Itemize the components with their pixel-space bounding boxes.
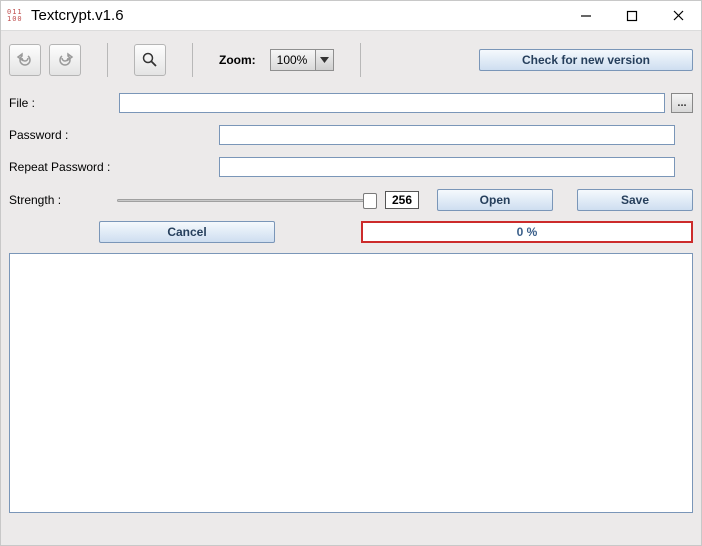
strength-row: Strength : 256 Open Save <box>9 189 693 211</box>
combo-dropdown-button[interactable] <box>315 50 333 70</box>
open-button[interactable]: Open <box>437 189 553 211</box>
progress-bar: 0 % <box>361 221 693 243</box>
text-editor[interactable] <box>9 253 693 513</box>
zoom-value: 100% <box>271 53 308 67</box>
strength-value: 256 <box>385 191 419 209</box>
strength-label: Strength : <box>9 193 109 207</box>
repeat-password-label: Repeat Password : <box>9 160 119 174</box>
file-row: File : ... <box>9 93 693 113</box>
minimize-button[interactable] <box>563 1 609 30</box>
action-row: Cancel 0 % <box>9 221 693 243</box>
close-button[interactable] <box>655 1 701 30</box>
undo-icon <box>16 51 34 69</box>
file-label: File : <box>9 96 119 110</box>
password-input[interactable] <box>219 125 675 145</box>
password-label: Password : <box>9 128 119 142</box>
zoom-label: Zoom: <box>219 53 256 67</box>
separator <box>360 43 361 77</box>
separator <box>192 43 193 77</box>
zoom-combo[interactable]: 100% <box>270 49 334 71</box>
browse-button[interactable]: ... <box>671 93 693 113</box>
redo-icon <box>56 51 74 69</box>
repeat-password-row: Repeat Password : <box>9 157 693 177</box>
client-area: Zoom: 100% Check for new version File : … <box>1 31 701 545</box>
maximize-button[interactable] <box>609 1 655 30</box>
slider-thumb[interactable] <box>363 193 377 209</box>
password-row: Password : <box>9 125 693 145</box>
search-icon <box>141 51 159 69</box>
check-version-button[interactable]: Check for new version <box>479 49 693 71</box>
toolbar: Zoom: 100% Check for new version <box>9 39 693 81</box>
file-input[interactable] <box>119 93 665 113</box>
titlebar: 011100 Textcrypt.v1.6 <box>1 1 701 31</box>
strength-slider[interactable] <box>117 191 377 209</box>
slider-track <box>117 199 377 202</box>
repeat-password-input[interactable] <box>219 157 675 177</box>
chevron-down-icon <box>320 57 329 63</box>
redo-button[interactable] <box>49 44 81 76</box>
save-button[interactable]: Save <box>577 189 693 211</box>
search-button[interactable] <box>134 44 166 76</box>
app-icon: 011100 <box>7 7 25 25</box>
window-title: Textcrypt.v1.6 <box>31 7 124 24</box>
separator <box>107 43 108 77</box>
window-controls <box>563 1 701 30</box>
cancel-button[interactable]: Cancel <box>99 221 275 243</box>
undo-button[interactable] <box>9 44 41 76</box>
